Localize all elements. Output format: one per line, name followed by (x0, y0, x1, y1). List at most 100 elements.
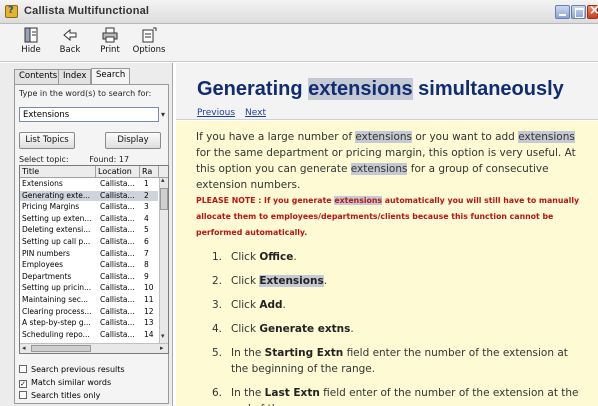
table-row[interactable]: Departments Callista... 9 (20, 272, 158, 283)
table-row[interactable]: Maintaining sec... Callista... 11 (20, 295, 158, 306)
display-button[interactable]: Display (105, 132, 161, 149)
table-row[interactable]: Extensions Callista... 1 (20, 179, 158, 190)
column-location[interactable]: Location (96, 166, 140, 178)
help-app-icon (5, 5, 18, 18)
table-row[interactable]: Setting up exten... Callista... 4 (20, 214, 158, 225)
checkbox-search-previous[interactable] (19, 365, 27, 373)
table-row[interactable]: Setting up pricin... Callista... 10 (20, 283, 158, 294)
back-button[interactable]: Back (53, 27, 87, 55)
checkbox-match-similar[interactable]: ✓ (19, 380, 27, 388)
previous-link[interactable]: Previous (197, 108, 235, 118)
table-row[interactable]: A step-by-step g... Callista... 13 (20, 318, 158, 329)
title-bar: Callista Multifunctional (0, 0, 598, 24)
cell-rank: 10 (144, 283, 154, 293)
cell-title: Employees (22, 260, 64, 270)
search-hit: extensions (355, 131, 413, 143)
checkbox-titles-only[interactable] (19, 391, 27, 399)
dropdown-arrow-icon[interactable]: ▾ (161, 110, 165, 119)
cell-title: Clearing process... (22, 306, 92, 316)
cell-location: Callista... (100, 283, 135, 293)
maximize-button[interactable] (571, 5, 586, 19)
found-count: Found: 17 (89, 155, 130, 164)
close-button[interactable] (587, 3, 598, 19)
list-vertical-scrollbar[interactable]: ▴ ▾ (159, 176, 168, 343)
cell-title: PIN numbers (22, 248, 70, 258)
back-label: Back (59, 45, 81, 55)
options-label: Options (132, 45, 166, 55)
cell-title: Deleting extensi... (22, 225, 91, 235)
scroll-left-icon[interactable]: ◂ (22, 344, 26, 352)
option-match-similar[interactable]: ✓ Match similar words (19, 378, 111, 388)
cell-rank: 8 (144, 260, 149, 270)
topic-results-list[interactable]: Title Location Ra Extensions Callista... 1… (19, 165, 169, 354)
option-titles-only[interactable]: Search titles only (19, 391, 100, 400)
cell-title: Generating exte... (22, 190, 91, 200)
topic-nav-links: Previous Next (197, 108, 276, 118)
cell-rank: 14 (144, 329, 154, 339)
option-label: Search titles only (31, 391, 101, 400)
table-row[interactable]: Scheduling repo... Callista... 14 (20, 330, 158, 341)
navigation-pane: Contents Index Search Type in the word(s… (0, 63, 173, 406)
list-topics-button[interactable]: List Topics (19, 132, 75, 149)
scroll-right-icon[interactable]: ▸ (160, 344, 164, 352)
minimize-button[interactable] (555, 5, 570, 19)
options-button[interactable]: Options (132, 27, 166, 55)
hide-button[interactable]: Hide (14, 27, 48, 55)
cell-title: Extensions (22, 179, 63, 188)
table-row[interactable]: Generating exte... Callista... 2 (20, 190, 158, 202)
please-note: PLEASE NOTE : If you generate extensions… (196, 196, 580, 237)
search-hit: extensions (518, 131, 575, 143)
scroll-up-icon[interactable]: ▴ (161, 176, 165, 184)
topic-header: Generating extensions simultaneously Pre… (176, 63, 598, 120)
options-icon (142, 27, 157, 43)
cell-rank: 13 (144, 318, 154, 328)
table-row[interactable]: Deleting extensi... Callista... 5 (20, 225, 158, 236)
print-label: Print (100, 45, 120, 55)
cell-rank: 11 (144, 295, 154, 304)
scroll-down-icon[interactable]: ▾ (161, 332, 165, 340)
toolbar: Hide Back Print Options (0, 24, 598, 62)
topic-body: If you have a large number of extensions… (176, 121, 598, 406)
cell-title: Departments (22, 271, 72, 281)
search-hit: extensions (308, 78, 413, 100)
printer-icon (102, 27, 118, 43)
cell-title: Maintaining sec... (22, 295, 89, 304)
tab-index[interactable]: Index (58, 69, 92, 84)
vertical-scroll-thumb[interactable] (160, 188, 168, 210)
option-label: Match similar words (31, 378, 112, 387)
search-panel: Type in the word(s) to search for: ▾ Lis… (14, 84, 169, 404)
cell-location: Callista... (100, 225, 135, 235)
option-search-previous[interactable]: Search previous results (19, 365, 125, 374)
table-row[interactable]: Clearing process... Callista... 12 (20, 307, 158, 318)
tab-search[interactable]: Search (91, 68, 131, 85)
cell-location: Callista... (100, 306, 135, 316)
horizontal-scroll-thumb[interactable] (31, 345, 91, 352)
back-arrow-icon (63, 28, 77, 42)
table-row[interactable]: Pricing Margins Callista... 3 (20, 202, 158, 213)
cell-location: Callista... (100, 202, 135, 212)
cell-title: Scheduling repo... (22, 329, 90, 339)
search-input[interactable] (19, 107, 159, 122)
cell-location: Callista... (100, 295, 135, 304)
page-title: Generating extensions simultaneously (197, 78, 564, 100)
print-button[interactable]: Print (93, 27, 127, 55)
table-row[interactable]: Employees Callista... 8 (20, 260, 158, 271)
cell-rank: 5 (144, 225, 149, 235)
list-header: Title Location Ra (20, 166, 168, 178)
column-title[interactable]: Title (20, 166, 96, 178)
next-link[interactable]: Next (245, 108, 266, 118)
list-horizontal-scrollbar[interactable]: ◂ ▸ (20, 343, 168, 353)
cell-location: Callista... (100, 329, 135, 339)
cell-rank: 7 (144, 248, 149, 258)
cell-location: Callista... (100, 271, 135, 281)
table-row[interactable]: PIN numbers Callista... 7 (20, 249, 158, 260)
topic-content-pane: Generating extensions simultaneously Pre… (176, 63, 598, 406)
select-topic-line: Select topic: Found: 17 (19, 155, 129, 164)
tab-contents[interactable]: Contents (14, 69, 63, 84)
cell-title: Setting up call p... (22, 237, 91, 246)
cell-rank: 6 (144, 237, 149, 246)
column-rank[interactable]: Ra (140, 166, 159, 178)
table-row[interactable]: Setting up call p... Callista... 6 (20, 237, 158, 248)
hide-label: Hide (21, 45, 41, 55)
cell-location: Callista... (100, 213, 135, 223)
